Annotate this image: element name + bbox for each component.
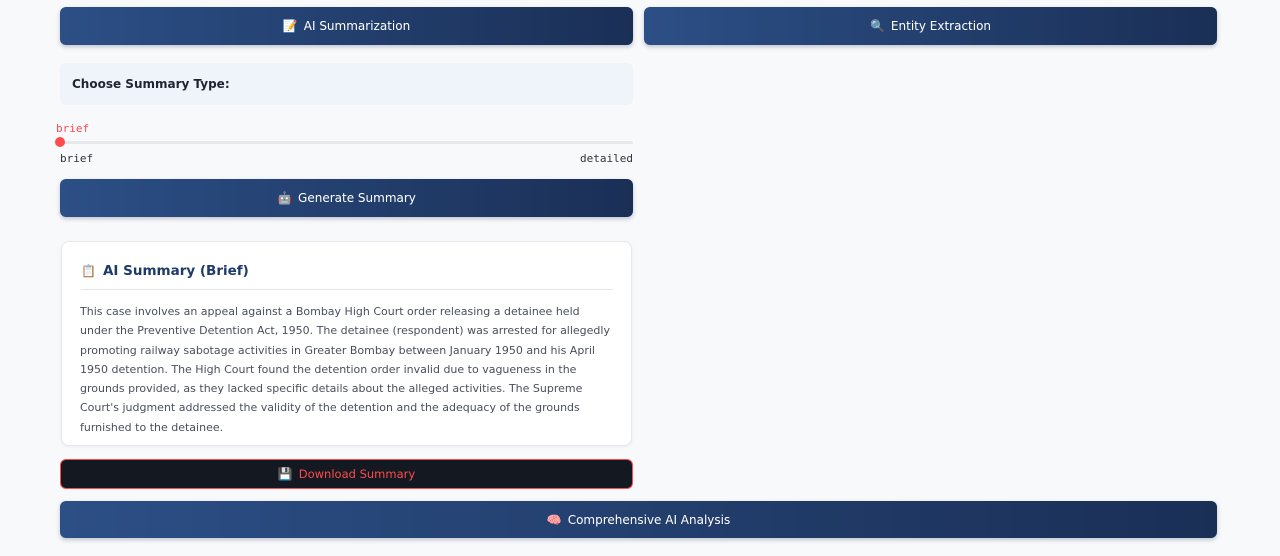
summary-card-title: AI Summary (Brief) <box>102 263 249 279</box>
ai-summarization-label: AI Summarization <box>303 19 411 33</box>
download-summary-button[interactable]: 💾 Download Summary <box>60 459 633 489</box>
clipboard-icon: 📋 <box>81 264 96 278</box>
slider-current-value: brief <box>56 122 90 135</box>
floppy-disk-icon: 💾 <box>277 467 293 481</box>
ai-summarization-button[interactable]: 📝 AI Summarization <box>60 7 633 45</box>
slider-track[interactable] <box>60 141 633 144</box>
generate-summary-button[interactable]: 🤖 Generate Summary <box>60 179 633 217</box>
summary-card-header: 📋 AI Summary (Brief) <box>81 263 613 290</box>
summary-card: 📋 AI Summary (Brief) This case involves … <box>61 241 632 446</box>
slider-max-label: detailed <box>580 152 633 165</box>
download-summary-label: Download Summary <box>298 467 416 481</box>
app-page: 📝 AI Summarization 🔍 Entity Extraction C… <box>0 0 1280 556</box>
entity-extraction-label: Entity Extraction <box>890 19 992 33</box>
comprehensive-analysis-button[interactable]: 🧠 Comprehensive AI Analysis <box>60 501 1217 538</box>
slider-min-label: brief <box>60 152 94 165</box>
robot-icon: 🤖 <box>277 191 293 205</box>
comprehensive-analysis-label: Comprehensive AI Analysis <box>567 512 731 527</box>
summary-text: This case involves an appeal against a B… <box>80 305 610 434</box>
summary-type-slider[interactable]: brief brief detailed <box>55 122 633 168</box>
memo-icon: 📝 <box>282 19 298 33</box>
magnifier-icon: 🔍 <box>869 19 885 33</box>
generate-summary-label: Generate Summary <box>298 191 416 205</box>
summary-type-label: Choose Summary Type: <box>60 63 633 105</box>
brain-icon: 🧠 <box>546 512 562 527</box>
slider-thumb[interactable] <box>55 137 65 147</box>
entity-extraction-button[interactable]: 🔍 Entity Extraction <box>644 7 1217 45</box>
